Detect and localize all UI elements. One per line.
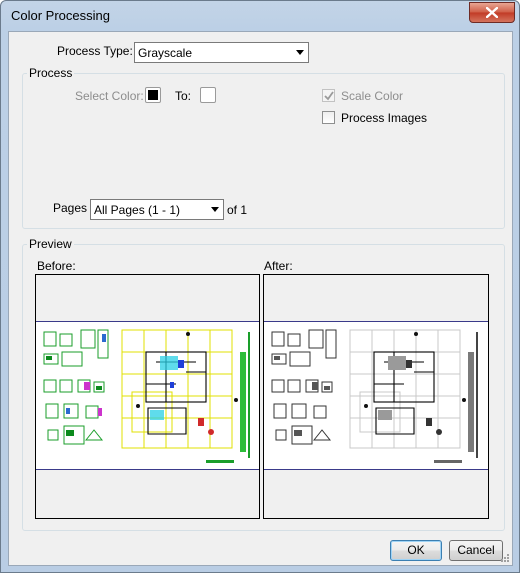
page-count-label: of 1 — [227, 203, 248, 217]
to-color-label: To: — [175, 89, 192, 103]
dialog-body: Process Type: Grayscale Process Select C… — [8, 31, 513, 566]
process-type-label: Process Type: — [57, 44, 133, 58]
before-label: Before: — [37, 259, 76, 273]
after-floorplan-image — [271, 329, 478, 463]
chevron-down-icon — [211, 207, 219, 212]
process-images-label: Process Images — [341, 111, 428, 125]
pages-value: All Pages (1 - 1) — [94, 203, 181, 217]
pages-select[interactable]: All Pages (1 - 1) — [90, 199, 224, 220]
cancel-button[interactable]: Cancel — [449, 540, 503, 561]
chevron-down-icon — [296, 50, 304, 55]
window-title: Color Processing — [11, 8, 110, 23]
before-preview-image — [36, 321, 259, 470]
to-color-swatch[interactable] — [200, 87, 216, 103]
process-group-label: Process — [27, 66, 75, 80]
after-label: After: — [264, 259, 293, 273]
scale-color-label: Scale Color — [341, 89, 404, 103]
after-preview — [263, 274, 489, 519]
from-color-fill — [148, 90, 158, 100]
pages-label: Pages — [53, 201, 88, 215]
ok-button[interactable]: OK — [390, 540, 442, 561]
process-type-value: Grayscale — [138, 46, 193, 60]
scale-color-checkbox[interactable] — [322, 89, 335, 102]
select-color-label: Select Color: — [75, 89, 144, 103]
title-bar[interactable]: Color Processing — [1, 1, 519, 31]
before-floorplan-image — [43, 329, 250, 463]
resize-grip-icon[interactable] — [500, 553, 510, 563]
before-preview — [35, 274, 260, 519]
dialog-window: Color Processing Process Type: Grayscale… — [0, 0, 520, 573]
from-color-swatch[interactable] — [145, 87, 161, 103]
check-icon — [324, 91, 334, 101]
process-type-select[interactable]: Grayscale — [134, 42, 309, 63]
process-images-checkbox[interactable] — [322, 111, 335, 124]
preview-group-label: Preview — [27, 237, 74, 251]
close-button[interactable] — [469, 2, 515, 23]
after-preview-image — [264, 321, 488, 470]
close-icon — [486, 7, 498, 18]
